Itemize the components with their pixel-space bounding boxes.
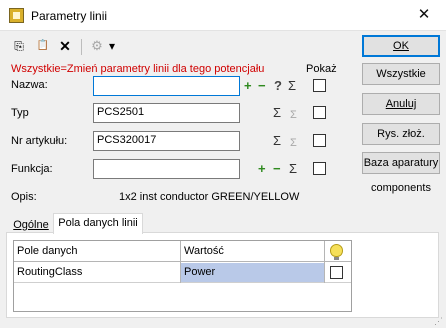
potential-note: Wszystkie=Zmień parametry linii dla tego… <box>11 63 265 75</box>
database-button[interactable]: Baza aparatury <box>362 152 440 174</box>
toolbar-separator <box>81 39 82 55</box>
table-row-field[interactable]: RoutingClass <box>14 263 180 283</box>
function-label: Funkcja: <box>11 163 53 175</box>
window-title: Parametry linii <box>31 9 108 23</box>
type-input[interactable]: PCS2501 <box>93 103 240 123</box>
sigma-icon[interactable]: Σ <box>273 105 281 121</box>
article-number-label: Nr artykułu: <box>11 135 68 147</box>
sigma-filter-icon: Σ <box>290 137 297 149</box>
column-header-value[interactable]: Wartość <box>181 241 324 262</box>
paste-icon[interactable]: 📋 <box>34 37 52 55</box>
drawing-button[interactable]: Rys. złoż. <box>362 123 440 145</box>
article-number-show-checkbox[interactable] <box>313 134 326 147</box>
column-header-field[interactable]: Pole danych <box>14 241 180 262</box>
question-icon[interactable]: ? <box>274 78 282 94</box>
title-bar: Parametry linii ✕ <box>0 0 446 31</box>
ok-button[interactable]: OK <box>362 35 440 57</box>
sigma-icon[interactable]: Σ <box>289 161 297 177</box>
all-button[interactable]: Wszystkie <box>362 63 440 85</box>
type-label: Typ <box>11 107 29 119</box>
function-input[interactable] <box>93 159 240 179</box>
table-row-checkbox[interactable] <box>330 266 343 279</box>
tab-line-data-fields[interactable]: Pola danych linii <box>53 213 143 234</box>
dropdown-icon[interactable]: ▾ <box>106 37 118 55</box>
data-fields-table: Pole danych Wartość RoutingClass Power <box>13 240 352 312</box>
plus-icon[interactable]: + <box>258 161 266 177</box>
copy-icon[interactable]: ⎘ <box>10 37 28 55</box>
column-divider <box>180 241 181 283</box>
close-button[interactable]: ✕ <box>402 0 446 31</box>
app-icon <box>9 8 24 23</box>
settings-icon[interactable]: ⚙ <box>88 37 106 55</box>
resize-grip-icon[interactable]: ⋰ <box>434 316 444 326</box>
name-show-checkbox[interactable] <box>313 79 326 92</box>
description-value: 1x2 inst conductor GREEN/YELLOW <box>119 191 300 203</box>
name-input[interactable] <box>93 76 240 96</box>
column-divider <box>324 241 325 283</box>
show-column-label: Pokaż <box>306 63 337 75</box>
components-label: components <box>371 182 431 194</box>
function-show-checkbox[interactable] <box>313 162 326 175</box>
cancel-button[interactable]: Anuluj <box>362 93 440 115</box>
description-label: Opis: <box>11 191 37 203</box>
plus-icon[interactable]: + <box>244 78 252 94</box>
sigma-icon[interactable]: Σ <box>288 78 296 94</box>
column-header-show <box>325 241 351 262</box>
minus-icon[interactable]: − <box>273 161 281 177</box>
sigma-icon[interactable]: Σ <box>273 133 281 149</box>
minus-icon[interactable]: − <box>258 78 266 94</box>
type-show-checkbox[interactable] <box>313 106 326 119</box>
name-label: Nazwa: <box>11 79 48 91</box>
tab-panel: Pole danych Wartość RoutingClass Power <box>6 233 439 318</box>
sigma-filter-icon: Σ <box>290 109 297 121</box>
delete-icon[interactable]: ✕ <box>56 37 74 55</box>
lightbulb-icon <box>330 244 343 260</box>
table-row-value[interactable]: Power <box>181 263 324 283</box>
article-number-input[interactable]: PCS320017 <box>93 131 240 151</box>
